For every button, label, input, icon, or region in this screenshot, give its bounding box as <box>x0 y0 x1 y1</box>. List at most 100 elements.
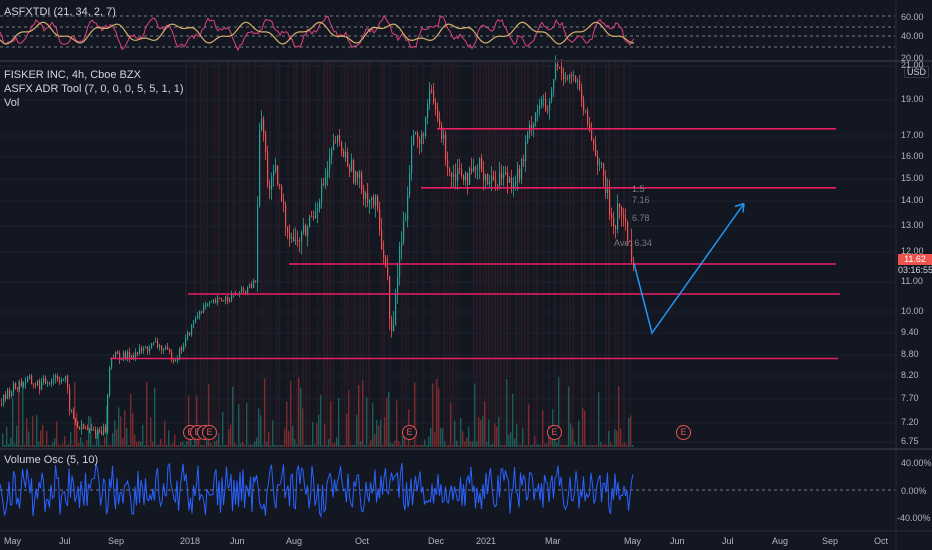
volume-bar <box>82 442 84 447</box>
volume-bar <box>386 397 388 447</box>
candle-body <box>11 391 13 397</box>
volume-bar <box>70 431 72 447</box>
candle-body <box>397 277 399 293</box>
volume-bar <box>480 420 482 447</box>
volume-bar <box>462 431 464 447</box>
session-band <box>206 62 208 447</box>
volume-bar <box>460 418 462 447</box>
volume-bar <box>4 444 6 447</box>
candle-body <box>465 172 467 181</box>
candle-body <box>265 134 267 153</box>
volume-bar <box>360 441 362 447</box>
volume-bar <box>324 423 326 447</box>
session-band <box>491 62 493 447</box>
candle-body <box>211 301 213 303</box>
session-band <box>614 62 616 447</box>
candle-body <box>43 377 45 383</box>
volume-bar <box>136 442 138 447</box>
volume-osc-title[interactable]: Volume Osc (5, 10) <box>4 454 98 466</box>
candle-body <box>243 288 245 291</box>
volume-bar <box>600 442 602 447</box>
volume-bar <box>178 444 180 447</box>
earnings-marker[interactable]: E <box>402 425 417 440</box>
volume-bar <box>442 428 444 447</box>
session-band <box>353 62 355 447</box>
volume-bar <box>326 444 328 447</box>
candle-body <box>183 345 185 351</box>
volume-bar <box>176 444 178 447</box>
candle-body <box>147 346 149 352</box>
candle-body <box>143 348 145 351</box>
session-band <box>212 62 214 447</box>
volume-bar <box>238 404 240 447</box>
candle-body <box>37 380 39 386</box>
price-axis-8-80: 8.80 <box>901 349 919 359</box>
candle-body <box>67 376 69 389</box>
session-band <box>242 62 244 447</box>
volume-bar <box>476 441 478 447</box>
volume-bar <box>624 442 626 447</box>
volume-bar <box>92 444 94 447</box>
session-band <box>515 62 517 447</box>
candle-body <box>443 134 445 139</box>
volume-bar <box>456 440 458 447</box>
earnings-marker[interactable]: E <box>202 425 217 440</box>
candle-body <box>219 298 221 299</box>
earnings-marker[interactable]: E <box>676 425 691 440</box>
candle-body <box>455 174 457 181</box>
volume-bar <box>592 445 594 447</box>
candle-body <box>175 360 177 362</box>
session-band <box>365 62 367 447</box>
volume-bar <box>604 444 606 447</box>
candle-body <box>55 375 57 380</box>
volume-bar <box>388 391 390 447</box>
earnings-marker[interactable]: E <box>547 425 562 440</box>
vol-title[interactable]: Vol <box>4 97 19 109</box>
volume-bar <box>310 444 312 447</box>
adr-tool-title[interactable]: ASFX ADR Tool (7, 0, 0, 0, 5, 5, 1, 1) <box>4 83 184 95</box>
volume-bar <box>318 415 320 447</box>
volume-bar <box>416 444 418 447</box>
candle-body <box>259 130 261 206</box>
candle-body <box>523 159 525 162</box>
session-band <box>323 62 325 447</box>
volume-bar <box>6 426 8 447</box>
adr-label-2: 7.16 <box>632 195 650 205</box>
volume-bar <box>560 444 562 447</box>
candle-body <box>431 89 433 92</box>
volume-bar <box>528 404 530 447</box>
candle-body <box>93 429 95 431</box>
volume-bar <box>258 408 260 447</box>
candle-body <box>49 383 51 385</box>
volume-bar <box>206 440 208 447</box>
candle-body <box>593 139 595 145</box>
candle-body <box>225 297 227 301</box>
candle-body <box>339 135 341 142</box>
candle-body <box>371 196 373 200</box>
volume-bar <box>570 423 572 447</box>
candle-body <box>449 168 451 173</box>
volume-bar <box>278 444 280 447</box>
candle-body <box>461 168 463 176</box>
candle-body <box>605 175 607 194</box>
symbol-title[interactable]: FISKER INC, 4h, Cboe BZX <box>4 69 141 81</box>
candle-body <box>181 347 183 351</box>
session-band <box>218 62 220 447</box>
candle-body <box>391 319 393 331</box>
candle-body <box>213 300 215 302</box>
session-band <box>500 62 502 447</box>
candle-body <box>123 352 125 358</box>
volume-bar <box>510 432 512 447</box>
candle-body <box>61 380 63 383</box>
session-band <box>497 62 499 447</box>
volume-bar <box>526 444 528 447</box>
session-band <box>584 62 586 447</box>
session-band <box>356 62 358 447</box>
candle-body <box>195 318 197 323</box>
volume-bar <box>470 441 472 447</box>
candle-body <box>203 306 205 313</box>
volume-bar <box>214 441 216 447</box>
candle-body <box>591 130 593 140</box>
volume-bar <box>402 436 404 447</box>
candle-body <box>335 141 337 143</box>
